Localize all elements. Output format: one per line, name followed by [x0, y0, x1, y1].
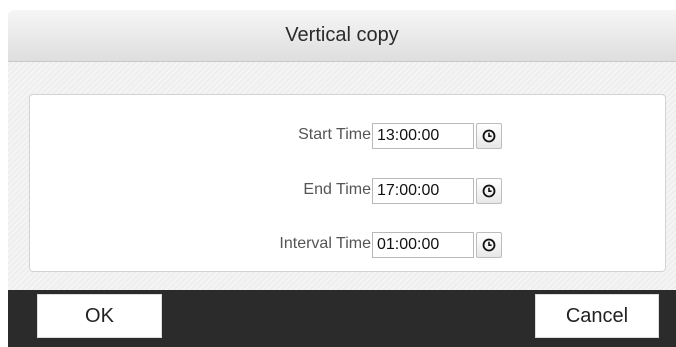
- clock-icon: [482, 238, 496, 252]
- end-time-label: End Time: [303, 181, 371, 198]
- dialog-body: Start Time End Time: [8, 62, 676, 290]
- interval-time-input[interactable]: [372, 232, 474, 258]
- interval-time-label: Interval Time: [279, 235, 371, 252]
- start-time-row: Start Time: [30, 123, 665, 149]
- start-time-label: Start Time: [298, 126, 371, 143]
- start-time-picker-button[interactable]: [476, 123, 502, 149]
- end-time-input[interactable]: [372, 178, 474, 204]
- interval-time-row: Interval Time: [30, 232, 665, 258]
- end-time-picker-button[interactable]: [476, 178, 502, 204]
- start-time-input[interactable]: [372, 123, 474, 149]
- clock-icon: [482, 129, 496, 143]
- vertical-copy-dialog: Vertical copy Start Time End Time: [0, 0, 676, 347]
- cancel-button[interactable]: Cancel: [535, 294, 659, 338]
- interval-time-picker-button[interactable]: [476, 232, 502, 258]
- ok-button[interactable]: OK: [37, 294, 162, 338]
- clock-icon: [482, 184, 496, 198]
- dialog-title: Vertical copy: [8, 10, 676, 62]
- time-settings-panel: Start Time End Time: [29, 94, 666, 272]
- end-time-row: End Time: [30, 178, 665, 204]
- dialog-footer: OK Cancel: [8, 290, 676, 347]
